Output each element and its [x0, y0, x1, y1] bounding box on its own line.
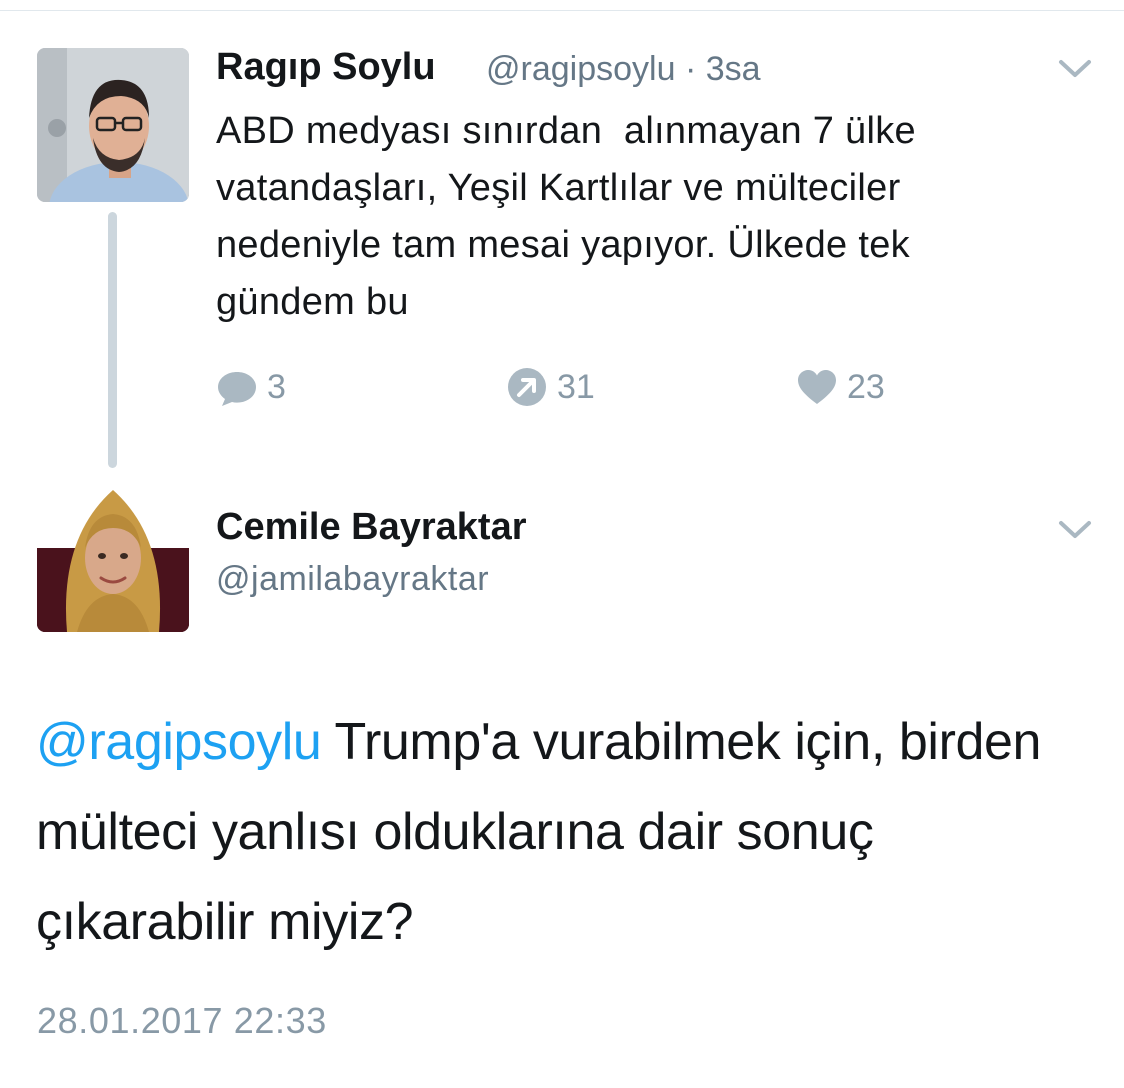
author-handle[interactable]: @ragipsoylu — [486, 50, 676, 88]
mention-link[interactable]: @ragipsoylu — [36, 713, 322, 771]
tweet-timestamp[interactable]: 28.01.2017 22:33 — [37, 1000, 327, 1042]
avatar[interactable] — [37, 478, 189, 632]
avatar-ragip-image — [37, 48, 189, 202]
thread-connector-line — [108, 212, 117, 468]
author-handle[interactable]: @jamilabayraktar — [216, 560, 489, 599]
like-button[interactable]: 23 — [795, 362, 885, 412]
chevron-down-icon[interactable] — [1053, 515, 1097, 545]
like-count: 23 — [847, 367, 885, 406]
reply-count: 3 — [267, 367, 286, 406]
retweet-button[interactable]: 31 — [505, 362, 595, 412]
retweet-icon — [505, 365, 549, 409]
author-name[interactable]: Cemile Bayraktar — [216, 506, 527, 549]
heart-icon — [795, 365, 839, 409]
author-handle-line: @ragipsoylu · 3sa — [486, 50, 761, 89]
avatar-cemile-image — [37, 478, 189, 632]
tweet-text: ABD medyası sınırdan alınmayan 7 ülke va… — [216, 110, 916, 323]
retweet-count: 31 — [557, 367, 595, 406]
reply-text: @ragipsoylu Trump'a vurabilmek için, bir… — [36, 697, 1096, 967]
avatar[interactable] — [37, 48, 189, 202]
chevron-down-icon[interactable] — [1053, 54, 1097, 84]
reply-icon — [215, 365, 259, 409]
author-name[interactable]: Ragıp Soylu — [216, 46, 436, 89]
reply-button[interactable]: 3 — [215, 362, 286, 412]
top-divider — [0, 10, 1124, 11]
time-ago[interactable]: 3sa — [706, 50, 761, 88]
separator-dot: · — [684, 50, 697, 88]
